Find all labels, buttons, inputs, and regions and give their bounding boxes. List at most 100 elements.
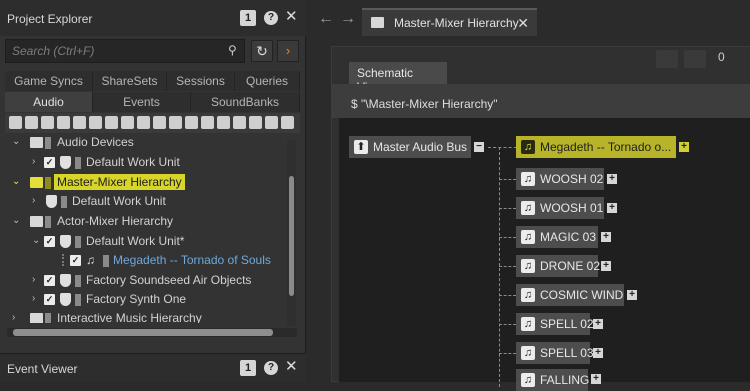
chevron-right-icon[interactable]: › (12, 312, 15, 323)
tree-item-default-work-unit-mixer[interactable]: › Default Work Unit (0, 192, 286, 211)
folder-icon[interactable] (25, 116, 38, 129)
node-cosmic-wind[interactable]: ♫ COSMIC WIND (516, 284, 624, 306)
document-area: ← → Master-Mixer Hierarchy ✕ 0 Schematic… (307, 0, 750, 391)
tree-item-master-mixer-hierarchy[interactable]: ⌄ Master-Mixer Hierarchy (0, 173, 286, 192)
node-falling[interactable]: ♫ FALLING (516, 369, 589, 391)
chevron-right-icon[interactable]: › (277, 40, 299, 62)
node-magic-03[interactable]: ♫ MAGIC 03 (516, 226, 598, 248)
checkbox[interactable]: ✓ (44, 294, 55, 305)
chevron-down-icon[interactable]: ⌄ (32, 235, 40, 246)
expand-button[interactable]: + (591, 374, 601, 384)
node-label: SPELL 02 (540, 317, 594, 331)
blend-container-icon[interactable] (105, 116, 118, 129)
checkbox[interactable]: ✓ (44, 275, 55, 286)
forward-arrow-icon[interactable]: → (340, 10, 356, 28)
search-input[interactable] (5, 39, 245, 63)
close-icon[interactable]: ✕ (285, 359, 298, 374)
drag-handle[interactable] (62, 254, 66, 266)
tree-item-label: Master-Mixer Hierarchy (54, 174, 185, 190)
sound-icon[interactable] (41, 116, 54, 129)
tab-events[interactable]: Events (93, 92, 191, 112)
help-icon[interactable]: ? (264, 11, 278, 25)
view-number-badge[interactable]: 1 (240, 360, 256, 376)
aux-bus-icon[interactable] (169, 116, 182, 129)
collapse-button[interactable]: − (474, 142, 484, 152)
tree-item-audio-devices[interactable]: ⌄ Audio Devices (0, 133, 286, 152)
connector-line (499, 266, 516, 267)
node-spell-02[interactable]: ♫ SPELL 02 (516, 313, 594, 335)
switch-container-icon[interactable] (89, 116, 102, 129)
expand-button[interactable]: + (627, 290, 637, 300)
chevron-right-icon[interactable]: › (32, 156, 35, 167)
tree-item-label: Interactive Music Hierarchy (57, 311, 202, 323)
toolbar-button[interactable] (684, 50, 706, 68)
expand-button[interactable]: + (593, 348, 603, 358)
more-icon[interactable] (281, 116, 294, 129)
help-icon[interactable]: ? (264, 361, 278, 375)
scrollbar-thumb[interactable] (13, 329, 273, 336)
checkbox[interactable]: ✓ (44, 236, 55, 247)
folder-icon (30, 216, 43, 227)
tab-queries[interactable]: Queries (235, 71, 300, 91)
tree-item-actor-mixer-hierarchy[interactable]: ⌄ Actor-Mixer Hierarchy (0, 212, 286, 231)
expand-button[interactable]: + (607, 174, 617, 184)
expand-button[interactable]: + (593, 319, 603, 329)
sequence-container-icon[interactable] (73, 116, 86, 129)
node-megadeth[interactable]: ♫ Megadeth -- Tornado o... (516, 136, 676, 158)
vertical-scrollbar[interactable] (287, 140, 296, 326)
tab-sharesets[interactable]: ShareSets (93, 71, 167, 91)
tree-item-factory-soundseed[interactable]: › ✓ Factory Soundseed Air Objects (0, 271, 286, 290)
bus-icon (46, 195, 57, 208)
chevron-down-icon[interactable]: ⌄ (12, 176, 20, 187)
connector-line (499, 353, 516, 354)
close-icon[interactable]: ✕ (517, 15, 529, 32)
tree-item-default-work-unit-actor[interactable]: ⌄ ✓ Default Work Unit* (0, 232, 286, 251)
search-icon[interactable]: ⚲ (228, 43, 237, 57)
grid-icon[interactable] (265, 116, 278, 129)
chevron-right-icon[interactable]: › (32, 274, 35, 285)
toolbar-button[interactable] (656, 50, 678, 68)
chevron-down-icon[interactable]: ⌄ (12, 215, 20, 226)
checkbox[interactable]: ✓ (44, 157, 55, 168)
track-icon[interactable] (233, 116, 246, 129)
stop-icon[interactable] (201, 116, 214, 129)
sync-icon[interactable]: ↻ (251, 40, 273, 62)
actor-mixer-icon[interactable] (121, 116, 134, 129)
playlist-icon[interactable] (249, 116, 262, 129)
tree-item-megadeth[interactable]: ✓ ♫ Megadeth -- Tornado of Souls (0, 251, 286, 270)
checkbox[interactable]: ✓ (70, 255, 81, 266)
node-spell-03[interactable]: ♫ SPELL 03 (516, 342, 594, 364)
node-woosh-01[interactable]: ♫ WOOSH 01 (516, 197, 604, 219)
close-icon[interactable]: ✕ (285, 9, 298, 24)
back-arrow-icon[interactable]: ← (318, 10, 334, 28)
tree-item-default-work-unit[interactable]: › ✓ Default Work Unit (0, 153, 286, 172)
segment-icon[interactable] (217, 116, 230, 129)
node-woosh-02[interactable]: ♫ WOOSH 02 (516, 168, 604, 190)
expand-button[interactable]: + (601, 261, 611, 271)
bus-icon[interactable] (153, 116, 166, 129)
tab-audio[interactable]: Audio (5, 92, 93, 112)
random-container-icon[interactable] (57, 116, 70, 129)
chevron-down-icon[interactable]: ⌄ (12, 136, 20, 147)
node-drone-02[interactable]: ♫ DRONE 02 (516, 255, 600, 277)
tab-sessions[interactable]: Sessions (167, 71, 235, 91)
cross-icon[interactable] (137, 116, 150, 129)
chevron-right-icon[interactable]: › (32, 293, 35, 304)
scrollbar-thumb[interactable] (289, 176, 294, 296)
tree-item-interactive-music-hierarchy[interactable]: › Interactive Music Hierarchy (0, 309, 286, 323)
chevron-right-icon[interactable]: › (32, 195, 35, 206)
node-master-audio-bus[interactable]: ⬆ Master Audio Bus (349, 136, 471, 158)
expand-button[interactable]: + (607, 203, 617, 213)
horizontal-scrollbar[interactable] (7, 328, 297, 337)
view-number-badge[interactable]: 1 (240, 10, 256, 26)
tab-game-syncs[interactable]: Game Syncs (5, 71, 93, 91)
tree-item-factory-synth-one[interactable]: › ✓ Factory Synth One (0, 290, 286, 309)
expand-button[interactable]: + (601, 232, 611, 242)
schematic-canvas[interactable]: ⬆ Master Audio Bus − ♫ Megadeth -- Torna… (339, 118, 750, 391)
tab-master-mixer-hierarchy[interactable]: Master-Mixer Hierarchy ✕ (362, 8, 537, 36)
work-unit-icon[interactable] (9, 116, 22, 129)
tab-soundbanks[interactable]: SoundBanks (191, 92, 300, 112)
expand-button[interactable]: + (679, 142, 689, 152)
music-icon[interactable] (185, 116, 198, 129)
work-unit-marker-icon (75, 275, 81, 287)
